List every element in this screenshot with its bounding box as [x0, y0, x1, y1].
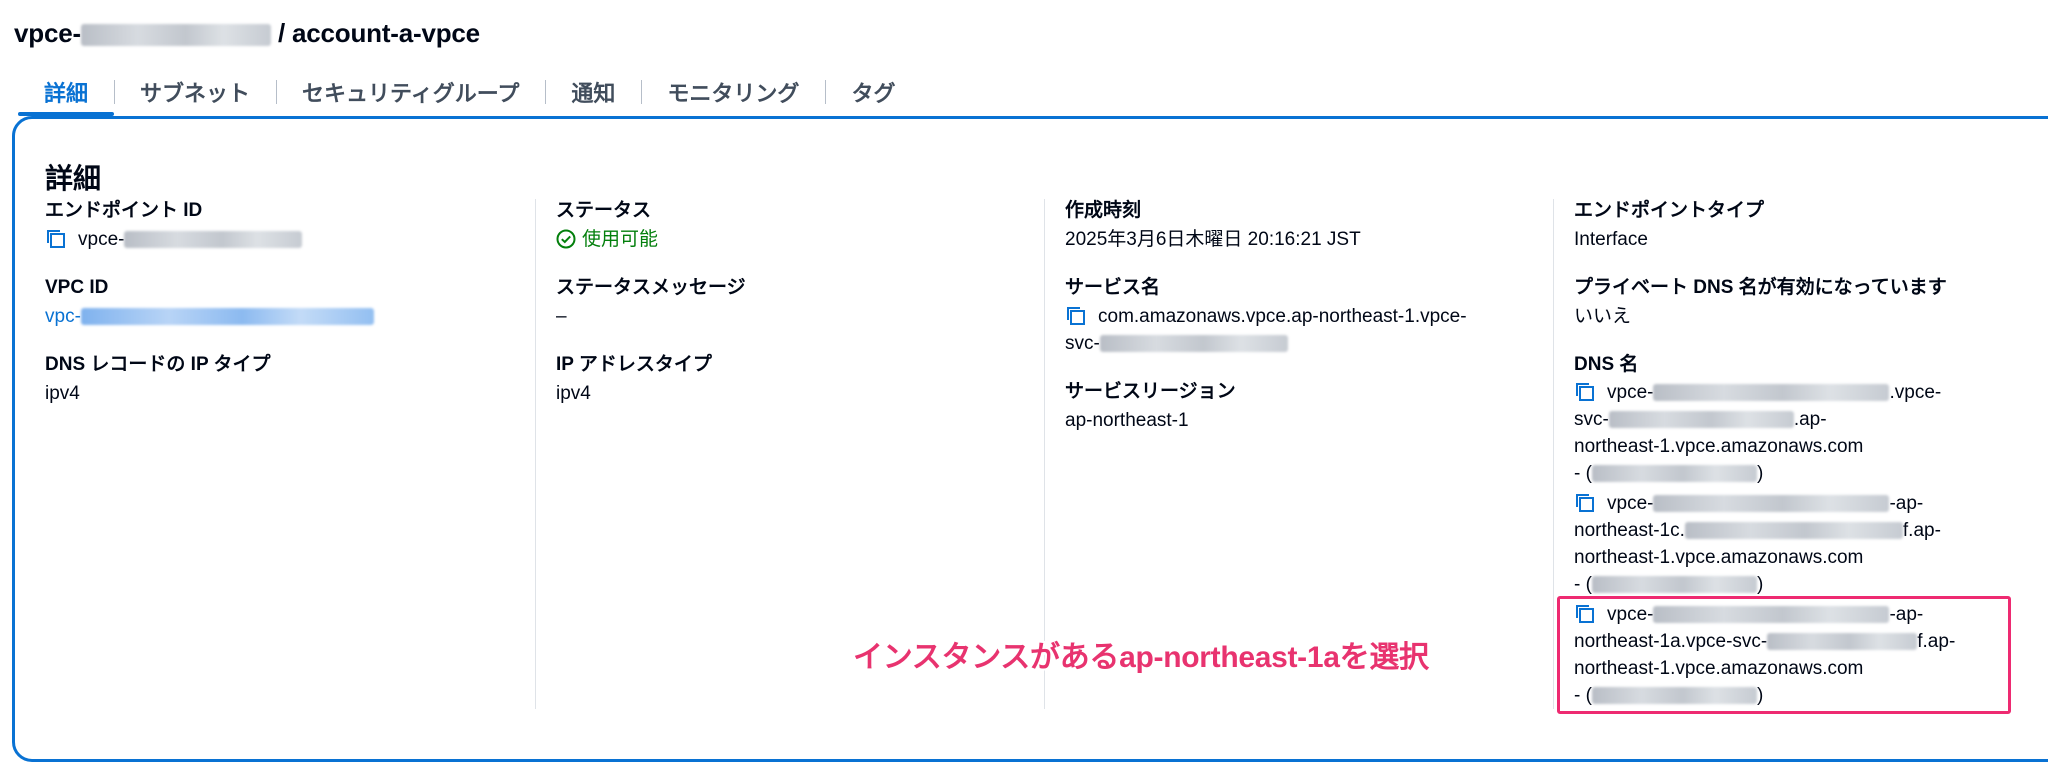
- redacted-text: [124, 231, 303, 249]
- private-dns-label: プライベート DNS 名が有効になっています: [1574, 277, 1947, 298]
- redacted-text: [1684, 522, 1903, 540]
- tab-monitoring[interactable]: モニタリング: [641, 68, 825, 116]
- redacted-text: [80, 308, 374, 326]
- service-name-value: com.amazonaws.vpce.ap-northeast-1.vpce- …: [1065, 305, 1467, 354]
- endpoint-id-value: vpce-: [45, 226, 303, 253]
- dns-record-ip-type-label: DNS レコードの IP タイプ: [45, 354, 271, 375]
- endpoint-type-value: Interface: [1574, 229, 1648, 250]
- dns-name-entry: vpce- -ap- northeast-1c. f.ap- northeast-1…: [1574, 492, 1941, 595]
- created-field: 作成時刻 2025年3月6日木曜日 20:16:21 JST: [1065, 199, 1361, 253]
- tab-subnets[interactable]: サブネット: [114, 68, 276, 116]
- dns-entry-highlight-box: [1557, 596, 2011, 714]
- copy-icon[interactable]: [1574, 381, 1596, 403]
- status-message-label: ステータスメッセージ: [556, 277, 746, 298]
- endpoint-type-label: エンドポイントタイプ: [1574, 200, 1765, 221]
- annotation-label: インスタンスがあるap-northeast-1aを選択: [853, 641, 1429, 674]
- tab-details[interactable]: 詳細: [18, 68, 115, 116]
- details-column-1: エンドポイント ID vpce- VPC ID vpc- DNS レコードの I…: [45, 199, 535, 709]
- redacted-text: [1591, 576, 1757, 594]
- redacted-text: [1608, 411, 1794, 429]
- copy-icon[interactable]: [1574, 492, 1596, 514]
- redacted-text: [1653, 495, 1890, 513]
- title-prefix: vpce-: [14, 18, 81, 48]
- created-value: 2025年3月6日木曜日 20:16:21 JST: [1065, 229, 1361, 250]
- service-name-label: サービス名: [1065, 277, 1161, 298]
- copy-icon[interactable]: [1065, 305, 1087, 327]
- status-label: ステータス: [556, 200, 652, 221]
- tab-bar: 詳細 サブネット セキュリティグループ 通知 モニタリング タグ: [18, 68, 921, 116]
- copy-icon[interactable]: [45, 228, 67, 250]
- ip-address-type-field: IP アドレスタイプ ipv4: [556, 353, 712, 407]
- status-message-field: ステータスメッセージ –: [556, 276, 746, 330]
- dns-record-ip-type-field: DNS レコードの IP タイプ ipv4: [45, 353, 271, 407]
- endpoint-type-field: エンドポイントタイプ Interface: [1574, 199, 1764, 253]
- service-name-field: サービス名 com.amazonaws.vpce.ap-northeast-1.…: [1065, 276, 1467, 357]
- redacted-text: [1099, 335, 1288, 353]
- redacted-text: [1653, 384, 1890, 402]
- tab-tags[interactable]: タグ: [825, 68, 921, 116]
- ip-address-type-value: ipv4: [556, 383, 591, 404]
- ip-address-type-label: IP アドレスタイプ: [556, 354, 712, 375]
- status-value: 使用可能: [556, 226, 658, 253]
- vpc-id-label: VPC ID: [45, 277, 109, 298]
- status-field: ステータス 使用可能: [556, 199, 658, 253]
- vpc-id-link[interactable]: vpc-: [45, 303, 374, 330]
- endpoint-id-label: エンドポイント ID: [45, 200, 203, 221]
- vpc-id-field: VPC ID vpc-: [45, 276, 374, 330]
- redacted-text: [1591, 465, 1757, 483]
- private-dns-value: いいえ: [1574, 306, 1632, 327]
- page-title: vpce- / account-a-vpce: [14, 18, 480, 49]
- service-region-value: ap-northeast-1: [1065, 410, 1189, 431]
- tab-security-groups[interactable]: セキュリティグループ: [276, 68, 545, 116]
- status-message-value: –: [556, 306, 567, 327]
- created-label: 作成時刻: [1065, 200, 1142, 221]
- service-region-field: サービスリージョン ap-northeast-1: [1065, 380, 1236, 434]
- details-heading: 詳細: [45, 163, 102, 194]
- service-region-label: サービスリージョン: [1065, 381, 1236, 402]
- tab-notifications[interactable]: 通知: [545, 68, 641, 116]
- redacted-endpoint-id: [80, 24, 271, 47]
- dns-record-ip-type-value: ipv4: [45, 383, 80, 404]
- endpoint-id-field: エンドポイント ID vpce-: [45, 199, 303, 253]
- dns-names-label: DNS 名: [1574, 354, 1639, 375]
- check-circle-icon: [556, 229, 576, 249]
- dns-name-entry: vpce- .vpce- svc- .ap- northeast-1.vpce.am…: [1574, 381, 1942, 484]
- title-suffix: / account-a-vpce: [270, 18, 480, 48]
- private-dns-field: プライベート DNS 名が有効になっています いいえ: [1574, 276, 1947, 330]
